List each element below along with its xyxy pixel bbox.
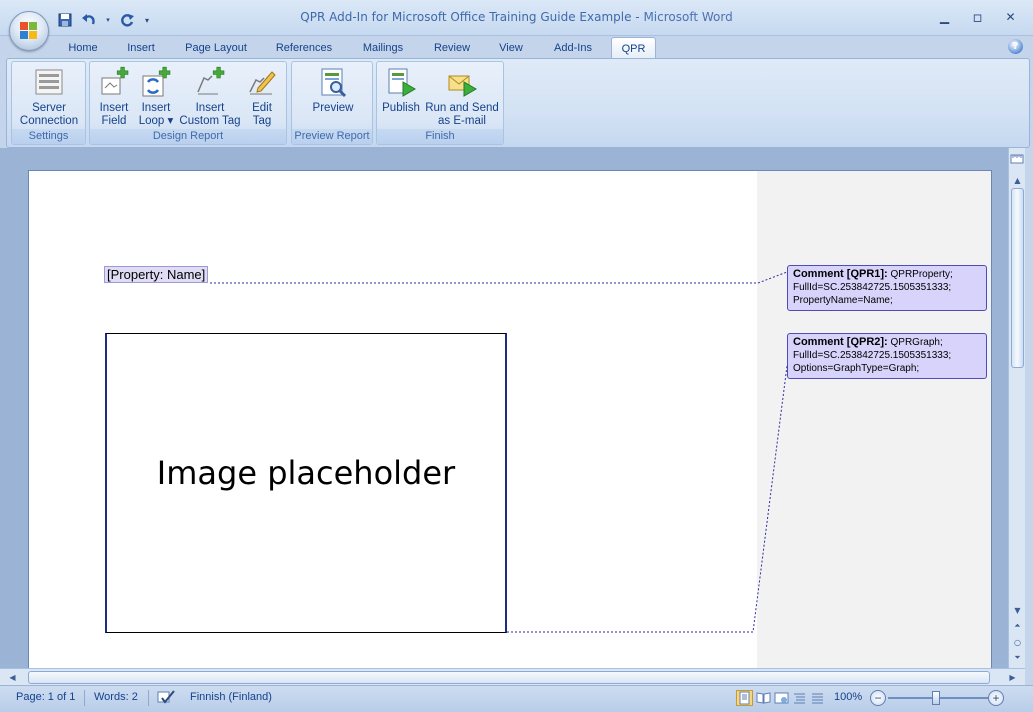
tab-home[interactable]: Home <box>60 38 106 58</box>
tab-view[interactable]: View <box>490 38 532 58</box>
server-connection-icon <box>33 66 65 98</box>
edit-tag-icon <box>246 66 278 98</box>
insert-loop-icon <box>140 66 172 98</box>
scroll-left-button[interactable]: ◀ <box>4 669 21 685</box>
tab-page-layout[interactable]: Page Layout <box>178 38 254 58</box>
window-controls: ▁ ▫ ✕ <box>928 6 1027 28</box>
group-settings: Server Connection Settings <box>11 61 86 145</box>
comment-qpr1[interactable]: Comment [QPR1]: QPRProperty; FullId=SC.2… <box>787 265 987 311</box>
print-layout-view-button[interactable] <box>736 690 753 706</box>
scroll-up-button[interactable]: ▲ <box>1009 172 1026 188</box>
preview-icon <box>317 66 349 98</box>
tab-review[interactable]: Review <box>426 38 478 58</box>
print-layout-icon <box>739 691 750 705</box>
maximize-icon: ▫ <box>972 8 983 26</box>
email-icon <box>446 66 478 98</box>
tab-add-ins[interactable]: Add-Ins <box>545 38 601 58</box>
group-preview-report: Preview Preview Report <box>291 61 373 145</box>
insert-field-button[interactable]: Insert Field <box>94 66 134 128</box>
property-field[interactable]: [Property: Name] <box>104 266 209 283</box>
markup-pane <box>757 170 992 668</box>
view-ruler-icon[interactable] <box>1010 152 1024 166</box>
group-label-preview-report: Preview Report <box>292 129 372 144</box>
close-icon: ✕ <box>1005 10 1016 24</box>
word-count[interactable]: Words: 2 <box>94 686 138 708</box>
tab-insert[interactable]: Insert <box>118 38 164 58</box>
ribbon-tabs: Home Insert Page Layout References Maili… <box>0 36 1033 59</box>
proofing-check-icon <box>157 690 175 704</box>
minimize-button[interactable]: ▁ <box>928 6 961 28</box>
preview-button[interactable]: Preview <box>296 66 370 115</box>
run-and-send-email-button[interactable]: Run and Send as E-mail <box>421 66 503 128</box>
full-screen-reading-icon <box>756 692 771 704</box>
language-indicator[interactable]: Finnish (Finland) <box>190 686 272 708</box>
group-finish: Publish Run and Send as E-mail Finish <box>376 61 504 145</box>
zoom-level[interactable]: 100% <box>834 686 862 708</box>
image-placeholder[interactable]: Image placeholder <box>105 333 507 633</box>
scroll-down-button[interactable]: ▼ <box>1009 602 1026 618</box>
web-layout-icon <box>774 692 789 704</box>
group-design-report: Insert Field Insert Loop ▾ Insert Custom… <box>89 61 287 145</box>
image-placeholder-text: Image placeholder <box>156 454 456 492</box>
next-page-button[interactable]: ⏷ <box>1009 650 1026 666</box>
help-icon[interactable]: ? <box>1008 39 1023 54</box>
comment-qpr2[interactable]: Comment [QPR2]: QPRGraph; FullId=SC.2538… <box>787 333 987 379</box>
publish-icon <box>385 66 417 98</box>
insert-field-icon <box>98 66 130 98</box>
scroll-right-button[interactable]: ▶ <box>1004 669 1021 685</box>
select-browse-object-button[interactable]: ○ <box>1009 634 1026 650</box>
vertical-scrollbar[interactable]: ▲ ▼ ⏶ ○ ⏷ <box>1008 148 1025 668</box>
group-label-design-report: Design Report <box>90 129 286 144</box>
insert-custom-tag-icon <box>194 66 226 98</box>
office-button[interactable] <box>9 11 49 51</box>
outline-icon <box>794 693 805 704</box>
maximize-button[interactable]: ▫ <box>961 6 994 28</box>
window-title: QPR Add-In for Microsoft Office Training… <box>300 10 733 24</box>
group-label-finish: Finish <box>377 129 503 144</box>
draft-view-button[interactable] <box>809 690 826 706</box>
publish-button[interactable]: Publish <box>379 66 423 115</box>
tab-mailings[interactable]: Mailings <box>353 38 413 58</box>
tab-qpr[interactable]: QPR <box>611 37 656 59</box>
tab-references[interactable]: References <box>268 38 340 58</box>
previous-page-button[interactable]: ⏶ <box>1009 618 1026 634</box>
horizontal-scroll-thumb[interactable] <box>28 671 990 684</box>
server-connection-button[interactable]: Server Connection <box>14 66 84 128</box>
outline-view-button[interactable] <box>791 690 808 706</box>
zoom-slider-thumb[interactable] <box>932 691 940 705</box>
insert-loop-button[interactable]: Insert Loop ▾ <box>134 66 178 128</box>
draft-icon <box>812 693 823 704</box>
zoom-out-button[interactable]: − <box>870 690 886 706</box>
close-button[interactable]: ✕ <box>994 6 1027 28</box>
proofing-button[interactable] <box>156 686 176 708</box>
full-screen-reading-button[interactable] <box>755 690 772 706</box>
document-title: QPR Add-In for Microsoft Office Training… <box>300 10 632 24</box>
page-count[interactable]: Page: 1 of 1 <box>16 686 75 708</box>
plus-icon: + <box>992 691 1000 705</box>
minus-icon: − <box>874 691 882 705</box>
horizontal-scrollbar[interactable]: ◀ ▶ <box>0 668 1025 685</box>
web-layout-view-button[interactable] <box>773 690 790 706</box>
group-label-settings: Settings <box>12 129 85 144</box>
office-logo-icon <box>20 22 38 40</box>
zoom-in-button[interactable]: + <box>988 690 1004 706</box>
application-name: Microsoft Word <box>643 10 733 24</box>
ribbon: Server Connection Settings Insert Field <box>6 58 1030 148</box>
status-bar: Page: 1 of 1 Words: 2 Finnish (Finland) … <box>0 685 1033 712</box>
minimize-icon: ▁ <box>939 10 950 24</box>
vertical-scroll-thumb[interactable] <box>1011 188 1024 368</box>
edit-tag-button[interactable]: Edit Tag <box>242 66 282 128</box>
title-bar: ▾ ▾ QPR Add-In for Microsoft Office Trai… <box>0 0 1033 36</box>
insert-custom-tag-button[interactable]: Insert Custom Tag <box>178 66 242 128</box>
